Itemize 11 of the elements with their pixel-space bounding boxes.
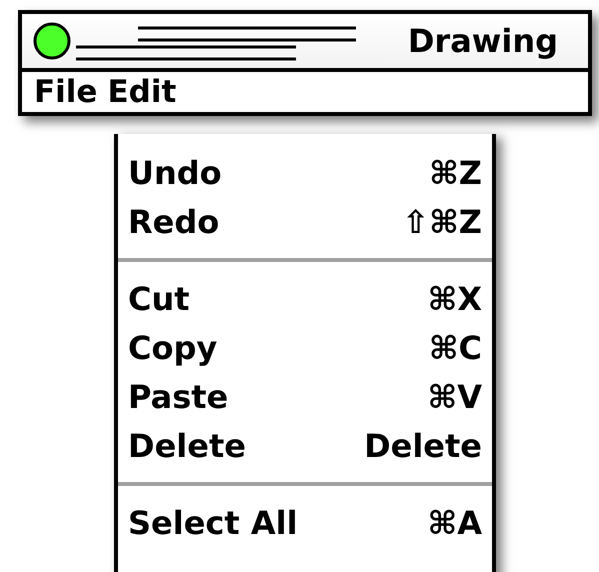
window-title: Drawing <box>408 25 558 57</box>
menu-item[interactable]: Paste ⌘V <box>128 372 482 421</box>
close-button[interactable] <box>32 21 72 61</box>
menu-item[interactable]: Select All ⌘A <box>128 498 482 547</box>
menu-item[interactable]: Undo ⌘Z <box>128 148 482 197</box>
menu-title[interactable]: Edit <box>107 76 176 108</box>
menu-title[interactable]: File <box>34 76 98 108</box>
menu-item[interactable]: Cut ⌘X <box>128 274 482 323</box>
menu-item[interactable]: Delete Delete <box>128 421 482 470</box>
menu-item[interactable]: Copy ⌘C <box>128 323 482 372</box>
menu-item[interactable]: Redo ⇧⌘Z <box>128 197 482 246</box>
